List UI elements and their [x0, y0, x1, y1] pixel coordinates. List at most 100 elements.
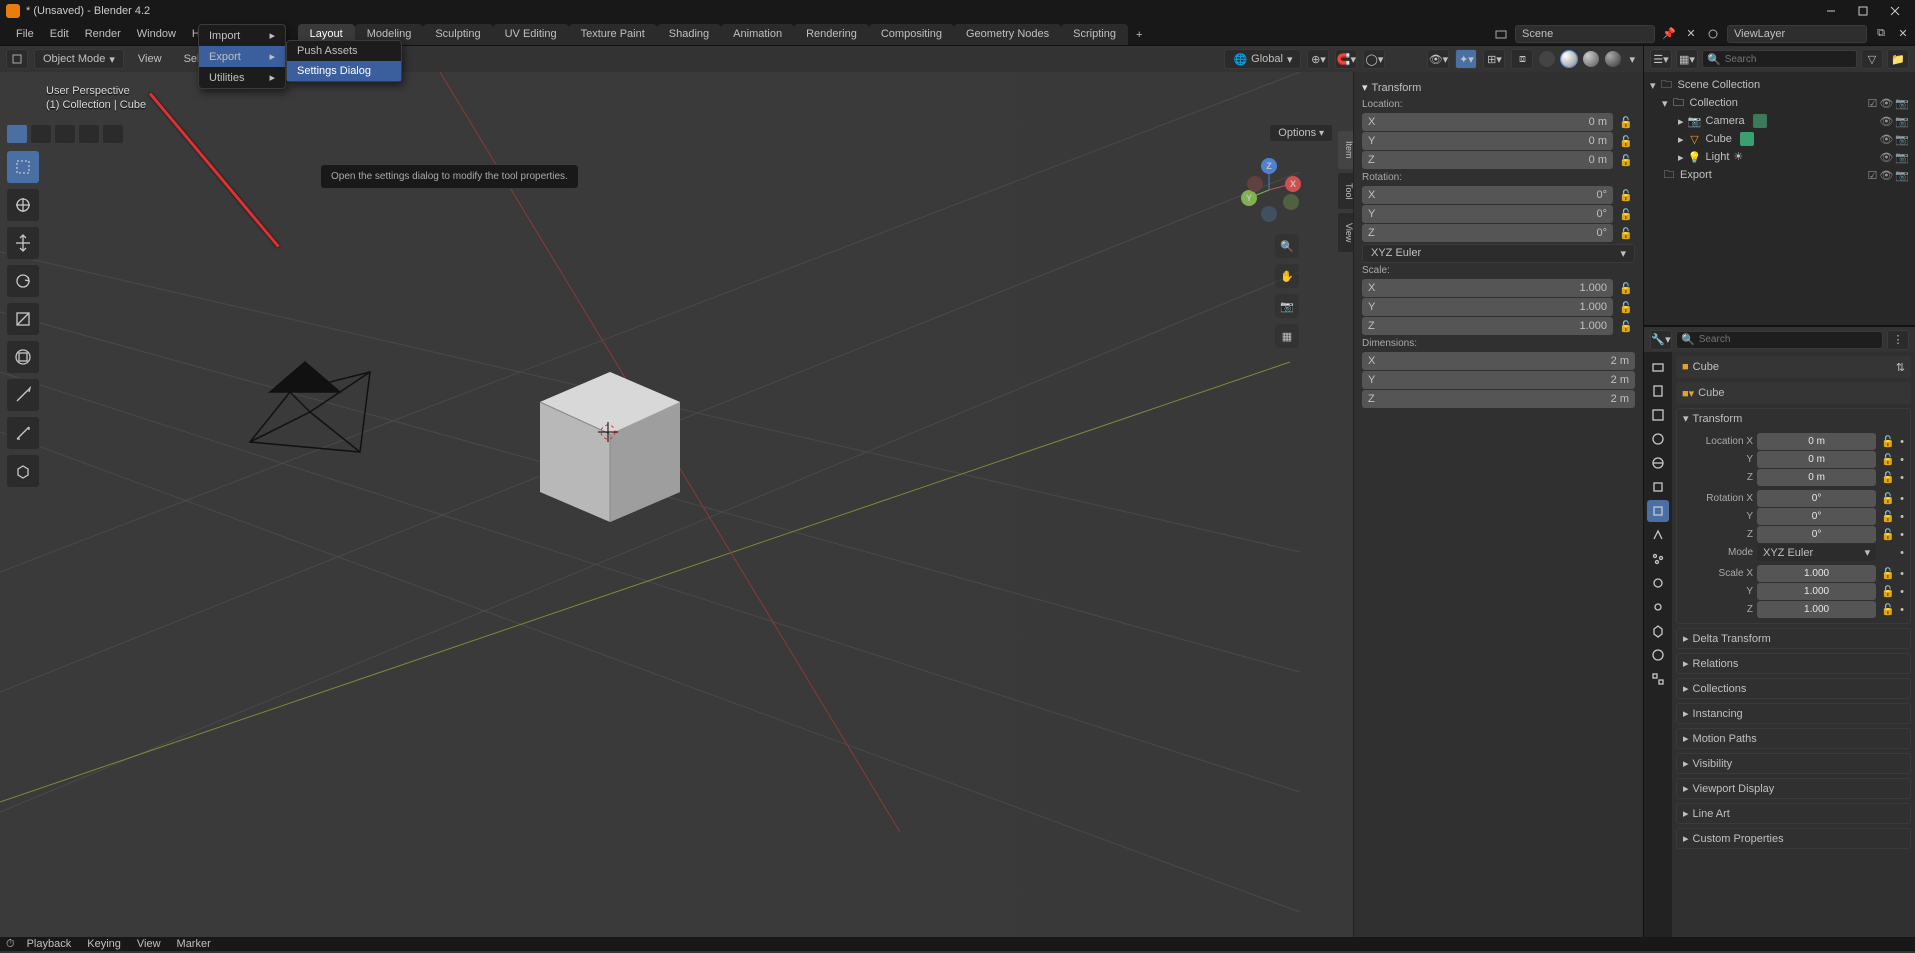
rot-z-lock-icon[interactable]: 🔓 [1617, 224, 1635, 242]
orientation-dropdown[interactable]: 🌐 Global ▾ [1224, 49, 1301, 69]
nav-zoom-icon[interactable]: 🔍 [1275, 234, 1299, 258]
tool-transform[interactable] [6, 340, 40, 374]
outliner-display-icon[interactable]: ▦▾ [1676, 49, 1698, 69]
outliner-newcol-icon[interactable]: 📁 [1887, 49, 1909, 69]
ptab-modifier[interactable] [1647, 524, 1669, 546]
scl-y-lock-icon[interactable]: 🔓 [1617, 298, 1635, 316]
pr-locx-lock-icon[interactable]: 🔓 [1880, 434, 1896, 450]
shade-solid-icon[interactable] [1561, 51, 1577, 67]
close-button[interactable] [1881, 2, 1909, 20]
pr-rotz-lock-icon[interactable]: 🔓 [1880, 527, 1896, 543]
tool-annotate[interactable] [6, 378, 40, 412]
ptab-viewlayer[interactable] [1647, 404, 1669, 426]
viewlayer-remove-icon[interactable]: ✕ [1895, 26, 1911, 42]
tab-script[interactable]: Scripting [1061, 24, 1128, 45]
viewlayer-new-icon[interactable]: ⧉ [1873, 26, 1889, 42]
pr-rotx-lock-icon[interactable]: 🔓 [1880, 491, 1896, 507]
outliner-light[interactable]: ▸💡 Light ☀ 👁📷 [1646, 148, 1913, 166]
gizmo-z-icon[interactable]: Z [1261, 158, 1277, 174]
scl-x-lock-icon[interactable]: 🔓 [1617, 279, 1635, 297]
ptab-texture[interactable] [1647, 668, 1669, 690]
tab-uv[interactable]: UV Editing [493, 24, 569, 45]
tool-select-box[interactable] [6, 150, 40, 184]
outliner-scene-collection[interactable]: ▾🗀 Scene Collection [1646, 76, 1913, 94]
nav-persp-icon[interactable]: ▦ [1275, 324, 1299, 348]
shade-rendered-icon[interactable] [1605, 51, 1621, 67]
scl-y-field[interactable]: Y1.000 [1362, 298, 1613, 316]
tab-comp[interactable]: Compositing [869, 24, 954, 45]
tool-cursor[interactable] [6, 188, 40, 222]
pr-sclx-field[interactable]: 1.000 [1757, 565, 1876, 582]
ptab-output[interactable] [1647, 380, 1669, 402]
scl-z-lock-icon[interactable]: 🔓 [1617, 317, 1635, 335]
ps-delta[interactable]: ▸ Delta Transform [1677, 629, 1910, 648]
tool-measure[interactable] [6, 416, 40, 450]
scene-new-icon[interactable]: ✕ [1683, 26, 1699, 42]
menu-render[interactable]: Render [77, 25, 129, 43]
gizmo-y-icon[interactable]: Y [1241, 190, 1257, 206]
nav-gizmo[interactable]: X Y Z [1233, 154, 1305, 226]
loc-x-lock-icon[interactable]: 🔓 [1617, 113, 1635, 131]
pr-locy-lock-icon[interactable]: 🔓 [1880, 452, 1896, 468]
hdr-view[interactable]: View [130, 50, 170, 68]
prop-breadcrumb[interactable]: ■Cube ⇅ [1676, 356, 1911, 378]
pr-locy-field[interactable]: 0 m [1757, 451, 1876, 468]
loc-z-field[interactable]: Z0 m [1362, 151, 1613, 169]
submenu-import[interactable]: Import▸ [199, 25, 285, 46]
options-dropdown[interactable]: Options ▾ [1269, 124, 1333, 142]
ptab-data[interactable] [1647, 620, 1669, 642]
tl-marker[interactable]: Marker [169, 935, 219, 953]
ps-transform-head[interactable]: ▾ Transform [1677, 409, 1910, 428]
ps-relations[interactable]: ▸ Relations [1677, 654, 1910, 673]
loc-y-lock-icon[interactable]: 🔓 [1617, 132, 1635, 150]
outliner-cube[interactable]: ▸▽ Cube 👁📷 [1646, 130, 1913, 148]
tab-add[interactable]: + [1128, 25, 1150, 45]
dim-x-field[interactable]: X2 m [1362, 352, 1635, 370]
outliner-export[interactable]: 🗀 Export ☑👁📷 [1646, 166, 1913, 184]
tab-geo[interactable]: Geometry Nodes [954, 24, 1061, 45]
pr-locz-lock-icon[interactable]: 🔓 [1880, 470, 1896, 486]
maximize-button[interactable] [1849, 2, 1877, 20]
outliner-camera[interactable]: ▸📷 Camera 👁📷 [1646, 112, 1913, 130]
menu-window[interactable]: Window [129, 25, 184, 43]
loc-x-field[interactable]: X0 m [1362, 113, 1613, 131]
pr-scly-field[interactable]: 1.000 [1757, 583, 1876, 600]
nav-pan-icon[interactable]: ✋ [1275, 264, 1299, 288]
snap-icon[interactable]: 🧲▾ [1335, 49, 1357, 69]
scl-x-field[interactable]: X1.000 [1362, 279, 1613, 297]
pr-scly-lock-icon[interactable]: 🔓 [1880, 584, 1896, 600]
ps-instancing[interactable]: ▸ Instancing [1677, 704, 1910, 723]
selmode-b[interactable] [30, 124, 52, 144]
ptab-physics[interactable] [1647, 572, 1669, 594]
mode-dropdown[interactable]: Object Mode▾ [34, 49, 124, 69]
ps-collections[interactable]: ▸ Collections [1677, 679, 1910, 698]
scene-pin-icon[interactable]: 📌 [1661, 26, 1677, 42]
shade-matprev-icon[interactable] [1583, 51, 1599, 67]
selmode-c[interactable] [54, 124, 76, 144]
tool-move[interactable] [6, 226, 40, 260]
dim-z-field[interactable]: Z2 m [1362, 390, 1635, 408]
tab-anim[interactable]: Animation [721, 24, 794, 45]
ptab-render[interactable] [1647, 356, 1669, 378]
pr-locx-field[interactable]: 0 m [1757, 433, 1876, 450]
gizmo-toggle-icon[interactable]: ✦▾ [1455, 49, 1477, 69]
tl-playback[interactable]: Playback [19, 935, 80, 953]
rot-y-field[interactable]: Y0° [1362, 205, 1613, 223]
selmode-e[interactable] [102, 124, 124, 144]
props-options-icon[interactable]: ⋮ [1887, 330, 1909, 350]
outliner-collection[interactable]: ▾🗀 Collection ☑👁📷 [1646, 94, 1913, 112]
pr-sclx-lock-icon[interactable]: 🔓 [1880, 566, 1896, 582]
scene-browse-icon[interactable] [1493, 26, 1509, 42]
props-editor-icon[interactable]: 🔧▾ [1650, 330, 1672, 350]
pr-mode-dropdown[interactable]: XYZ Euler▾ [1757, 544, 1876, 561]
ptab-collection[interactable] [1647, 476, 1669, 498]
gizmo-negy-icon[interactable] [1283, 194, 1299, 210]
submenu-utilities[interactable]: Utilities▸ [199, 67, 285, 88]
tab-render[interactable]: Rendering [794, 24, 869, 45]
gizmo-negz-icon[interactable] [1261, 206, 1277, 222]
xray-icon[interactable]: ⧈ [1511, 49, 1533, 69]
pr-rotx-field[interactable]: 0° [1757, 490, 1876, 507]
submenu-push-assets[interactable]: Push Assets [287, 41, 401, 61]
selmode-a[interactable] [6, 124, 28, 144]
editor-type-icon[interactable] [6, 49, 28, 69]
